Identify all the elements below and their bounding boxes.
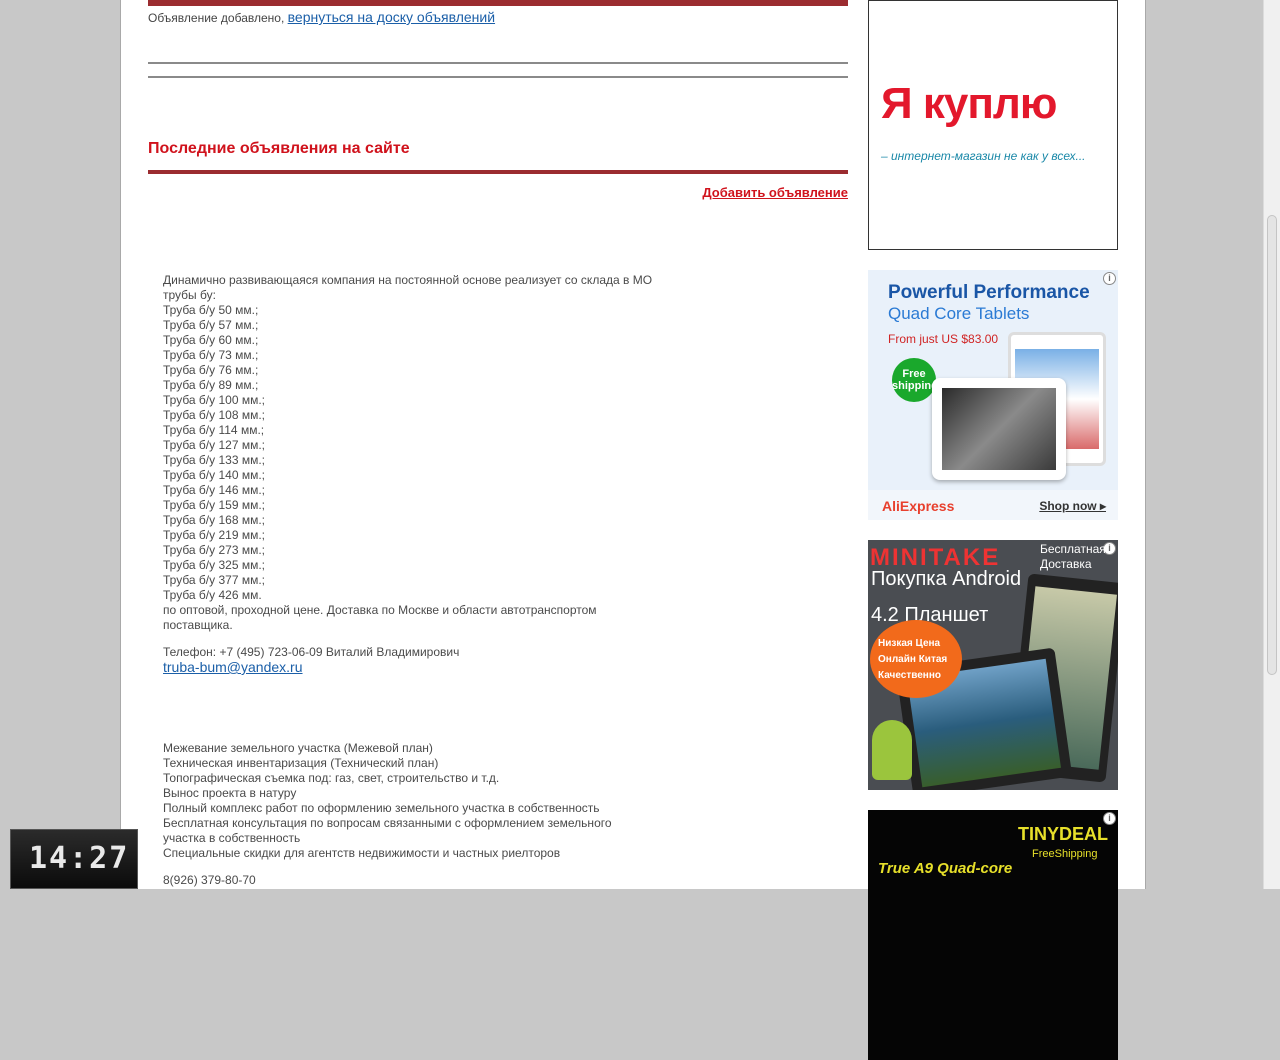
listing-line: Полный комплекс работ по оформлению земе…: [163, 801, 600, 815]
listing-line: Труба б/у 127 мм.;: [163, 438, 265, 452]
listing-line: Труба б/у 159 мм.;: [163, 498, 265, 512]
listing-email-link[interactable]: truba-bum@yandex.ru: [163, 659, 303, 675]
burst-line: Низкая Цена: [878, 638, 941, 649]
listing-line: Труба б/у 57 мм.;: [163, 318, 259, 332]
listing-line: Межевание земельного участка (Межевой пл…: [163, 741, 433, 755]
ad-price: From just US $83.00: [888, 332, 999, 346]
listing-line: Труба б/у 426 мм.: [163, 588, 262, 602]
free-shipping-text: FreeShipping: [1032, 848, 1098, 860]
listing-line: Труба б/у 73 мм.;: [163, 348, 259, 362]
ad-yakuplu[interactable]: Я куплю – интернет-магазин не как у всех…: [868, 0, 1118, 250]
ad-text: True A9 Quad-core: [878, 860, 1013, 877]
vertical-scrollbar[interactable]: [1263, 0, 1280, 889]
listing-line: Труба б/у 100 мм.;: [163, 393, 265, 407]
ad-subheadline: Quad Core Tablets: [888, 304, 1030, 323]
promo-burst: Низкая Цена Онлайн Китая Качественно: [870, 620, 962, 698]
listing-line: Труба б/у 76 мм.;: [163, 363, 259, 377]
listing-line: Труба б/у 114 мм.;: [163, 423, 265, 437]
free-delivery-text: Бесплатная Доставка: [1040, 542, 1106, 571]
listing-line: Труба б/у 89 мм.;: [163, 378, 259, 392]
listing-phone: Телефон: +7 (495) 723-06-09 Виталий Влад…: [163, 645, 460, 659]
listing-line: Труба б/у 50 мм.;: [163, 303, 259, 317]
listing-line: Труба б/у 377 мм.;: [163, 573, 265, 587]
listing-pipes: Динамично развивающаяся компания на пост…: [163, 273, 683, 676]
ad-tinydeal[interactable]: i TINYDEAL FreeShipping True A9 Quad-cor…: [868, 810, 1118, 1060]
listing-phone: 8(926) 379-80-70: [163, 873, 256, 887]
burst-line: Онлайн Китая: [878, 654, 948, 665]
listing-line: Труба б/у 140 мм.;: [163, 468, 265, 482]
clock-widget: 14:27: [10, 829, 138, 889]
listing-line: Бесплатная консультация по вопросам связ…: [163, 816, 612, 830]
listing-line: Труба б/у 168 мм.;: [163, 513, 265, 527]
scrollbar-thumb[interactable]: [1267, 215, 1277, 675]
section-title: Последние объявления на сайте: [148, 140, 410, 157]
listing-line: трубы бу:: [163, 288, 216, 302]
listing-line: поставщика.: [163, 618, 233, 632]
main-content: Объявление добавлено, вернуться на доску…: [148, 0, 848, 887]
listing-line: участка в собственность: [163, 831, 301, 845]
ad-minitake[interactable]: i MINITAKE Бесплатная Доставка Покупка A…: [868, 540, 1118, 790]
ad-info-icon[interactable]: i: [1103, 272, 1116, 285]
ad-aliexpress[interactable]: i Powerful Performance Quad Core Tablets…: [868, 270, 1118, 520]
ad-added-notice: Объявление добавлено, вернуться на доску…: [148, 9, 848, 25]
listing-line: Техническая инвентаризация (Технический …: [163, 756, 439, 770]
back-to-board-link[interactable]: вернуться на доску объявлений: [288, 9, 495, 25]
ad-title-line1: Покупка Android: [871, 568, 1022, 590]
listing-line: Специальные скидки для агентств недвижим…: [163, 846, 561, 860]
listing-line: Труба б/у 219 мм.;: [163, 528, 265, 542]
shop-now-link[interactable]: Shop now ▸: [1039, 499, 1106, 513]
burst-line: Качественно: [878, 670, 941, 681]
clock-time: 14:27: [29, 841, 130, 876]
listing-line: по оптовой, проходной цене. Доставка по …: [163, 603, 597, 617]
listing-line: Труба б/у 325 мм.;: [163, 558, 265, 572]
tinydeal-logo: TINYDEAL: [1018, 824, 1108, 844]
android-mascot-icon: [872, 720, 912, 780]
listing-body: Межевание земельного участка (Межевой пл…: [163, 741, 683, 861]
listing-line: Труба б/у 60 мм.;: [163, 333, 259, 347]
notice-text: Объявление добавлено,: [148, 11, 285, 25]
aliexpress-logo: AliExpress: [882, 498, 955, 514]
listing-land-survey: Межевание земельного участка (Межевой пл…: [163, 741, 683, 888]
ad-footer: AliExpress Shop now ▸: [868, 490, 1118, 520]
listing-line: Труба б/у 273 мм.;: [163, 543, 265, 557]
free-shipping-badge: Free shipping: [892, 358, 938, 402]
top-accent-bar: [148, 0, 848, 6]
listing-body: Динамично развивающаяся компания на пост…: [163, 273, 683, 633]
ad-headline: Powerful Performance: [888, 282, 1090, 303]
page-container: Объявление добавлено, вернуться на доску…: [120, 0, 1146, 1060]
listing-line: Труба б/у 133 мм.;: [163, 453, 265, 467]
listing-line: Труба б/у 146 мм.;: [163, 483, 265, 497]
section-title-bar: [148, 170, 848, 174]
yakuplu-logo: Я куплю: [881, 79, 1057, 128]
listing-line: Динамично развивающаяся компания на пост…: [163, 273, 653, 287]
yakuplu-slogan: – интернет-магазин не как у всех...: [881, 149, 1086, 163]
listing-line: Вынос проекта в натуру: [163, 786, 297, 800]
divider-top: [148, 62, 848, 64]
listing-line: Топографическая съемка под: газ, свет, с…: [163, 771, 500, 785]
listing-line: Труба б/у 108 мм.;: [163, 408, 265, 422]
divider-bottom: [148, 76, 848, 78]
tablet-image-front: [932, 378, 1066, 480]
add-ad-link[interactable]: Добавить объявление: [702, 185, 848, 200]
